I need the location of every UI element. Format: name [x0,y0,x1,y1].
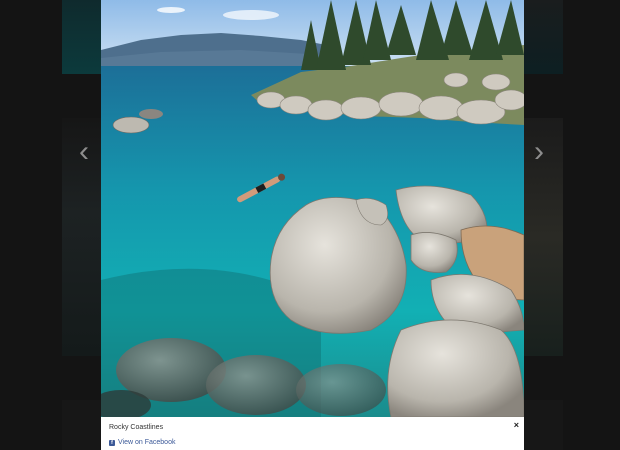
background-thumbnail [523,0,563,74]
chevron-left-icon: ‹ [79,135,89,168]
view-on-facebook-label: View on Facebook [118,439,176,446]
view-on-facebook-link[interactable]: f View on Facebook [109,439,175,446]
close-button[interactable]: × [514,420,519,430]
close-icon: × [513,420,519,430]
previous-image-button[interactable]: ‹ [73,135,95,168]
lightbox-modal: Rocky Coastlines f View on Facebook × [101,0,524,450]
next-image-button[interactable]: › [528,135,550,168]
facebook-icon: f [109,439,115,446]
background-thumbnail [62,400,102,450]
background-thumbnail [523,400,563,450]
lightbox-photo [101,0,524,417]
chevron-right-icon: › [534,135,544,168]
background-thumbnail [62,0,102,74]
photo-caption: Rocky Coastlines [109,424,164,431]
caption-bar: Rocky Coastlines f View on Facebook × [101,417,524,450]
